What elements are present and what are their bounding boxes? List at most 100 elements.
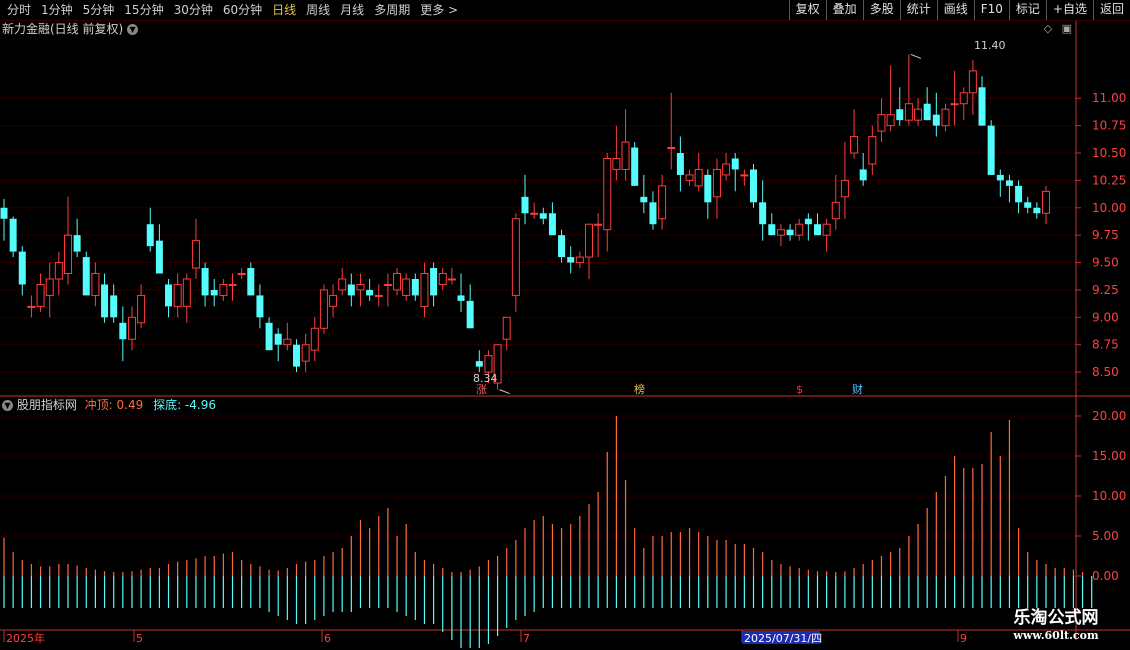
price-axis-label: 8.50 xyxy=(1092,365,1119,379)
candle-body xyxy=(1005,180,1013,186)
candle-body xyxy=(27,305,36,308)
candle-body xyxy=(237,273,246,276)
price-chart[interactable]: 11.00 10.75 10.50 10.25 10.00 9.75 9.50 9.25 9.0… xyxy=(0,0,1130,650)
candle-body xyxy=(822,223,831,236)
marker-limit-up[interactable]: 涨 xyxy=(476,383,487,396)
price-axis-label: 9.25 xyxy=(1092,283,1119,297)
candle-body xyxy=(155,240,163,274)
price-axis-label: 9.50 xyxy=(1092,256,1119,270)
candle-body xyxy=(411,278,419,296)
candle-body xyxy=(338,278,347,291)
candle-body xyxy=(146,224,154,247)
candle-body xyxy=(356,283,365,291)
price-axis-label: 10.00 xyxy=(1092,201,1126,215)
candle-body xyxy=(877,114,886,132)
candle-body xyxy=(584,223,593,258)
price-axis-label: 11.00 xyxy=(1092,91,1126,105)
candle-body xyxy=(256,295,264,318)
marker-finance[interactable]: 财 xyxy=(852,382,863,396)
candle-body xyxy=(420,273,429,307)
candle-body xyxy=(558,235,566,258)
candle-body xyxy=(603,157,612,231)
candle-body xyxy=(886,114,895,127)
candle-body xyxy=(438,273,447,285)
candle-body xyxy=(813,224,821,236)
candle-body xyxy=(201,268,209,296)
candle-body xyxy=(9,218,17,252)
candle-body xyxy=(63,234,72,275)
candle-body xyxy=(594,223,603,226)
candle-body xyxy=(502,316,511,340)
marker-dollar[interactable]: $ xyxy=(796,383,803,396)
candle-body xyxy=(374,294,383,297)
candle-body xyxy=(0,207,8,219)
high-arrow xyxy=(910,53,922,59)
indicator-axis-label: 0.00 xyxy=(1092,569,1119,583)
indicator-axis-label: 20.00 xyxy=(1092,409,1126,423)
date-label: 5 xyxy=(136,632,143,645)
candle-body xyxy=(191,240,200,269)
candle-body xyxy=(649,202,657,225)
indicator-series xyxy=(3,416,1093,648)
date-label: 2025年 xyxy=(6,631,45,645)
watermark: 乐淘公式网 www.60lt.com xyxy=(986,607,1126,643)
candle-body xyxy=(247,268,255,296)
candle-body xyxy=(457,295,465,301)
candle-body xyxy=(101,284,109,318)
candle-body xyxy=(36,283,45,307)
value-axis: 11.00 10.75 10.50 10.25 10.00 9.75 9.50 9.25 9.0… xyxy=(1075,21,1126,640)
candle-body xyxy=(82,257,90,296)
candle-body xyxy=(1033,207,1041,214)
candle-body xyxy=(383,283,392,286)
candle-body xyxy=(430,268,438,296)
candle-body xyxy=(631,147,639,186)
candle-body xyxy=(301,344,310,362)
candle-body xyxy=(896,109,904,121)
candle-body xyxy=(676,153,684,175)
candle-body xyxy=(347,284,355,296)
candle-body xyxy=(182,278,191,307)
candle-body xyxy=(539,213,547,219)
candle-body xyxy=(475,361,483,367)
candle-body xyxy=(868,136,877,165)
date-label: 9 xyxy=(960,632,967,645)
candle-body xyxy=(667,147,676,150)
date-label: 6 xyxy=(324,632,331,645)
candle-body xyxy=(840,179,849,198)
candle-body xyxy=(484,355,493,373)
candle-body xyxy=(54,262,63,280)
candle-body xyxy=(612,157,621,170)
candle-body xyxy=(310,327,319,351)
candle-body xyxy=(1042,190,1050,214)
date-label: 7 xyxy=(523,632,530,645)
candle-body xyxy=(567,257,575,263)
candlestick-series xyxy=(0,54,1050,390)
candle-body xyxy=(521,196,529,214)
price-axis-label: 10.25 xyxy=(1092,173,1126,187)
candle-body xyxy=(685,174,694,181)
indicator-axis-label: 5.00 xyxy=(1092,529,1119,543)
candle-body xyxy=(265,322,273,351)
candle-body xyxy=(932,114,940,126)
candle-body xyxy=(722,163,731,176)
indicator-axis-label: 15.00 xyxy=(1092,449,1126,463)
candle-body xyxy=(914,108,923,121)
candle-body xyxy=(950,103,959,106)
candle-body xyxy=(45,278,54,296)
candle-body xyxy=(165,284,173,307)
candle-body xyxy=(548,213,556,236)
marker-rank[interactable]: 榜 xyxy=(634,382,645,396)
candle-body xyxy=(704,174,712,203)
candle-body xyxy=(73,235,81,252)
candle-body xyxy=(110,295,118,318)
candle-body xyxy=(750,169,758,203)
watermark-title: 乐淘公式网 xyxy=(1013,608,1099,628)
candle-body xyxy=(447,278,456,281)
price-axis-label: 8.75 xyxy=(1092,338,1119,352)
candle-body xyxy=(694,168,703,187)
candle-body xyxy=(511,218,520,296)
candle-body xyxy=(91,273,100,296)
candle-body xyxy=(366,289,374,296)
candle-body xyxy=(968,70,977,94)
candle-body xyxy=(804,218,812,225)
